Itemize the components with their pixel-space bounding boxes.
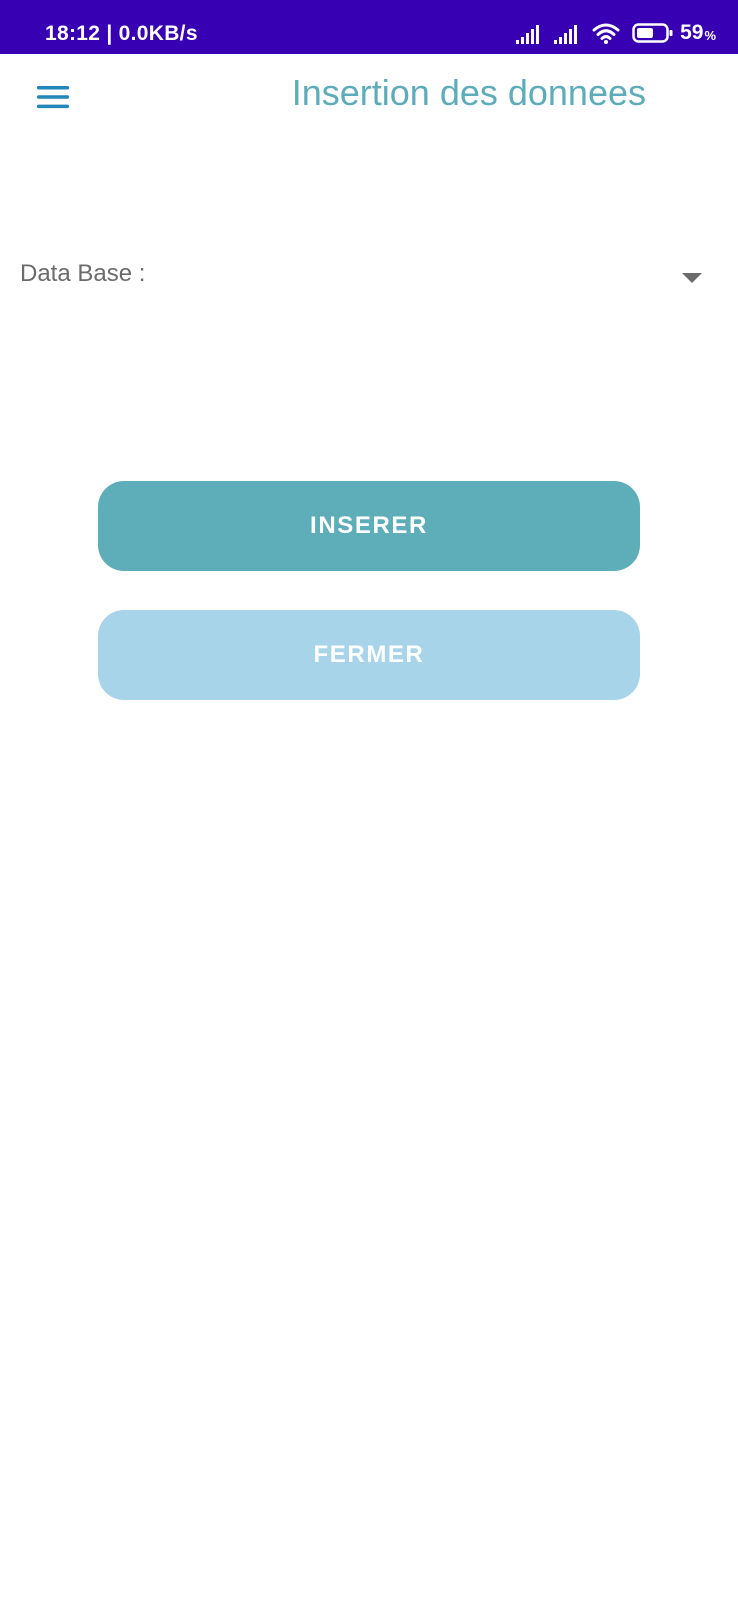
app-bar: Insertion des donnees xyxy=(0,54,738,142)
database-label: Data Base : xyxy=(20,260,146,287)
signal-icon xyxy=(554,25,578,44)
database-spinner[interactable]: Data Base : xyxy=(0,255,738,305)
hamburger-menu-icon xyxy=(37,86,69,109)
battery-percent-sign: % xyxy=(704,28,716,43)
insert-button[interactable]: INSERER xyxy=(98,481,640,571)
signal-icon xyxy=(516,25,540,44)
status-bar: 18:12 | 0.0KB/s 59% xyxy=(0,0,738,54)
status-icons: 59% xyxy=(516,0,716,54)
menu-button[interactable] xyxy=(30,74,76,120)
close-button[interactable]: FERMER xyxy=(98,610,640,700)
page-title: Insertion des donnees xyxy=(291,72,646,113)
battery-percent: 59% xyxy=(680,22,716,44)
dropdown-arrow-icon[interactable] xyxy=(680,271,704,285)
battery-level-fill xyxy=(637,28,654,38)
status-time: 18:12 | 0.0KB/s xyxy=(45,22,198,45)
battery-percent-value: 59 xyxy=(680,21,704,44)
battery-icon xyxy=(632,23,673,43)
wifi-icon xyxy=(592,23,620,44)
